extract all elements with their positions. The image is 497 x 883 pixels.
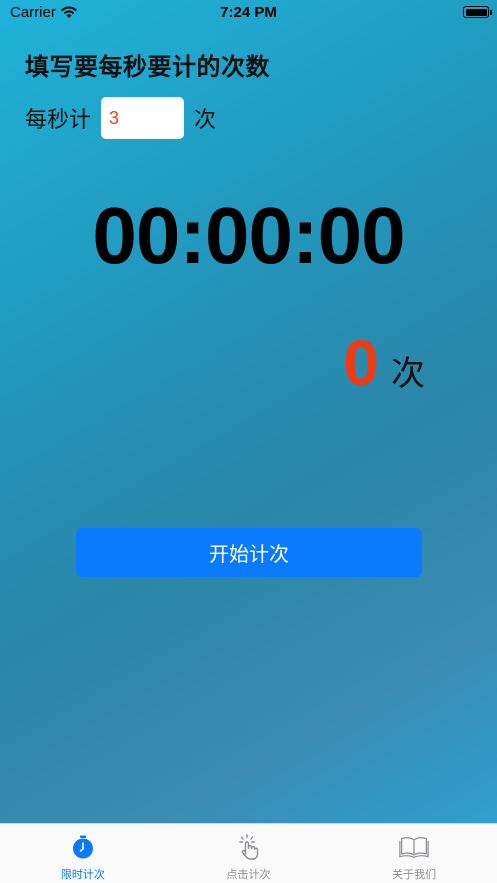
book-icon (399, 833, 429, 861)
tap-icon (234, 833, 264, 861)
count-value: 0 (343, 327, 379, 399)
battery-icon (463, 6, 492, 18)
tab-bar: 限时计次 点击计次 关于我们 (0, 823, 497, 883)
tab-about-us[interactable]: 关于我们 (331, 824, 497, 883)
main-screen: Carrier 7:24 PM 填写要每秒要计的次数 每秒计 次 00:00:0… (0, 0, 497, 823)
tab-label: 关于我们 (392, 868, 437, 881)
page-title: 填写要每秒要计的次数 (25, 53, 270, 81)
tab-label: 限时计次 (60, 868, 105, 881)
timer-display: 00:00:00 (92, 191, 405, 280)
count-unit: 次 (391, 354, 425, 394)
tab-timed-count[interactable]: 限时计次 (0, 824, 166, 883)
rate-prefix-label: 每秒计 (25, 108, 92, 133)
rate-suffix-label: 次 (194, 108, 217, 133)
stopwatch-icon (68, 833, 98, 861)
tab-tap-count[interactable]: 点击计次 (166, 824, 332, 883)
rate-input[interactable] (101, 97, 185, 139)
clock: 7:24 PM (220, 4, 277, 21)
count-display: 0 次 (343, 326, 425, 400)
tab-label: 点击计次 (226, 868, 271, 881)
rate-row: 每秒计 次 (25, 97, 216, 139)
status-bar: Carrier 7:24 PM (0, 0, 497, 26)
start-button[interactable]: 开始计次 (76, 528, 422, 577)
